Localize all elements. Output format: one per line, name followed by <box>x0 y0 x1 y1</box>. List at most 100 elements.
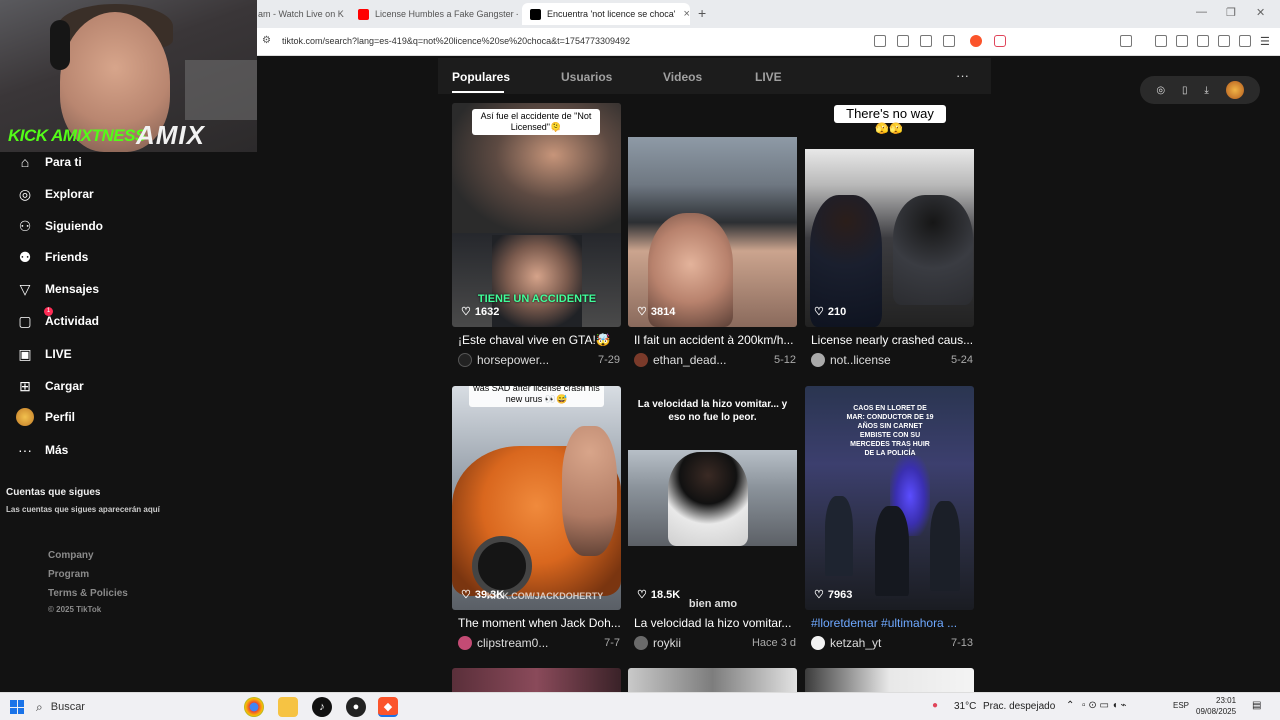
tab-populares[interactable]: Populares <box>452 70 510 84</box>
video-thumbnail[interactable]: There's no way 🫣🫣 <box>805 103 974 327</box>
leo-icon[interactable] <box>1218 35 1230 47</box>
video-title[interactable]: License nearly crashed caus... <box>811 333 973 347</box>
vpn-icon[interactable] <box>1239 35 1251 47</box>
share-icon[interactable] <box>943 35 955 47</box>
video-title[interactable]: La velocidad la hizo vomitar... <box>634 616 796 630</box>
sidebar-item-explorar[interactable]: ◎ Explorar <box>16 184 94 204</box>
notification-badge: 1 <box>44 307 53 316</box>
browser-tab-tiktok[interactable]: Encuentra 'not licence se choca' × <box>522 3 690 25</box>
sidebar-item-actividad[interactable]: ▢ 1 Actividad <box>16 307 100 331</box>
kick-overlay-text: KICK AMIXTNESS <box>8 126 146 145</box>
author-avatar[interactable] <box>811 353 825 367</box>
author-name[interactable]: horsepower... <box>477 353 549 367</box>
sidebar-item-mensajes[interactable]: ▽ Mensajes <box>16 279 99 299</box>
author-avatar[interactable] <box>634 353 648 367</box>
reader-icon[interactable] <box>874 35 886 47</box>
site-settings-icon[interactable]: ⚙ <box>262 35 271 46</box>
author-name[interactable]: ethan_dead... <box>653 353 726 367</box>
minimize-icon[interactable]: — <box>1196 6 1207 18</box>
video-thumbnail[interactable] <box>628 668 797 692</box>
video-thumbnail[interactable]: was SAD after license crash his new urus… <box>452 386 621 610</box>
sidebar-item-para-ti[interactable]: ⌂ Para ti <box>16 152 82 172</box>
more-options-icon[interactable]: ··· <box>956 68 969 83</box>
maximize-icon[interactable]: ❐ <box>1226 6 1236 19</box>
author-avatar[interactable] <box>634 636 648 650</box>
footer-link-program[interactable]: Program <box>48 569 89 580</box>
folder-icon[interactable] <box>278 697 298 717</box>
sidebar-item-perfil[interactable]: Perfil <box>16 407 75 427</box>
weather-desc[interactable]: Prac. despejado <box>983 701 1055 712</box>
browser-tab-kick[interactable]: am - Watch Live on K × <box>250 3 346 25</box>
like-count: ♡ 39.3K <box>461 588 504 602</box>
obs-icon[interactable]: ● <box>346 697 366 717</box>
video-title[interactable]: #lloretdemar #ultimahora ... <box>811 616 973 630</box>
weather-icon[interactable]: ● <box>932 700 938 711</box>
video-thumbnail[interactable]: La velocidad la hizo vomitar... y eso no… <box>628 386 797 610</box>
sidebar-item-label: LIVE <box>45 347 72 361</box>
video-title[interactable]: Il fait un accident à 200km/h... <box>634 333 796 347</box>
author-avatar[interactable] <box>458 636 472 650</box>
tab-videos[interactable]: Videos <box>663 70 702 84</box>
start-button[interactable] <box>10 700 24 714</box>
video-thumbnail[interactable]: Así fue el accidente de "Not Licensed"🫠 … <box>452 103 621 327</box>
wallet-icon[interactable] <box>1197 35 1209 47</box>
browser-tab-youtube[interactable]: License Humbles a Fake Gangster - Y × <box>350 3 518 25</box>
tab-usuarios[interactable]: Usuarios <box>561 70 612 84</box>
author-name[interactable]: ketzah_yt <box>830 636 881 650</box>
tray-icons[interactable]: ▫ ⊙ ▭ ◖ ⌁ <box>1082 700 1127 711</box>
video-overlay-text: La velocidad la hizo vomitar... y eso no… <box>637 399 788 423</box>
brave-icon[interactable]: ◆ <box>378 697 398 717</box>
sidebar-icon[interactable] <box>1120 35 1132 47</box>
new-tab-button[interactable]: + <box>698 5 706 21</box>
taskbar-search[interactable]: ⌕ Buscar <box>36 696 236 718</box>
tab-live[interactable]: LIVE <box>755 70 782 84</box>
sidebar-item-label: Actividad <box>45 314 100 328</box>
clock[interactable]: 23:01 09/08/2025 <box>1196 695 1236 717</box>
extension-pill: ◎ ▯ ⤓ <box>1140 76 1260 104</box>
sidebar-item-mas[interactable]: ··· Más <box>16 440 68 460</box>
brave-shields-icon[interactable] <box>970 35 982 47</box>
compass-icon[interactable]: ◎ <box>1156 85 1165 96</box>
chrome-icon[interactable] <box>244 697 264 717</box>
translate-icon[interactable] <box>920 35 932 47</box>
author-avatar[interactable] <box>811 636 825 650</box>
video-thumbnail[interactable] <box>452 668 621 692</box>
video-thumbnail[interactable] <box>805 668 974 692</box>
footer-link-company[interactable]: Company <box>48 550 94 561</box>
sidebar-item-label: Friends <box>45 250 89 264</box>
panel-icon[interactable] <box>1176 35 1188 47</box>
avatar[interactable] <box>1225 81 1244 99</box>
thumbnail-scene <box>893 195 973 305</box>
video-thumbnail[interactable] <box>628 103 797 327</box>
video-title[interactable]: ¡Este chaval vive en GTA!🤯 <box>458 333 620 347</box>
cast-icon[interactable] <box>897 35 909 47</box>
sidebar-item-live[interactable]: ▣ LIVE <box>16 344 72 364</box>
video-caption: was SAD after license crash his new urus… <box>469 386 604 407</box>
author-name[interactable]: not..license <box>830 353 891 367</box>
download-icon[interactable]: ⤓ <box>1204 85 1208 96</box>
like-count: ♡ 18.5K <box>637 588 680 602</box>
weather-temp[interactable]: 31°C <box>954 701 976 712</box>
video-thumbnail[interactable]: CAOS EN LLORET DE MAR: CONDUCTOR DE 19 A… <box>805 386 974 610</box>
sidebar-item-friends[interactable]: ⚉ Friends <box>16 247 89 267</box>
author-name[interactable]: roykii <box>653 636 681 650</box>
chevron-up-icon[interactable]: ⌃ <box>1066 700 1074 711</box>
tab-label: License Humbles a Fake Gangster - Y <box>375 9 518 19</box>
video-title[interactable]: The moment when Jack Doh... <box>458 616 620 630</box>
music-icon[interactable] <box>1155 35 1167 47</box>
sidebar-item-cargar[interactable]: ⊞ Cargar <box>16 376 84 396</box>
menu-icon[interactable]: ☰ <box>1260 35 1270 48</box>
language-indicator[interactable]: ESP <box>1173 701 1189 710</box>
close-tab-icon[interactable]: × <box>676 8 690 20</box>
close-window-icon[interactable]: ✕ <box>1256 6 1265 19</box>
close-tab-icon[interactable]: × <box>344 8 346 20</box>
url-field[interactable]: tiktok.com/search?lang=es-419&q=not%20li… <box>282 36 630 46</box>
phone-icon[interactable]: ▯ <box>1182 85 1188 96</box>
brave-rewards-icon[interactable] <box>994 35 1006 47</box>
sidebar-item-siguiendo[interactable]: ⚇ Siguiendo <box>16 216 103 236</box>
footer-link-terms[interactable]: Terms & Policies <box>48 588 128 599</box>
tiktok-app-icon[interactable]: ♪ <box>312 697 332 717</box>
author-avatar[interactable] <box>458 353 472 367</box>
author-name[interactable]: clipstream0... <box>477 636 548 650</box>
notification-icon[interactable]: ▤ <box>1252 700 1261 711</box>
